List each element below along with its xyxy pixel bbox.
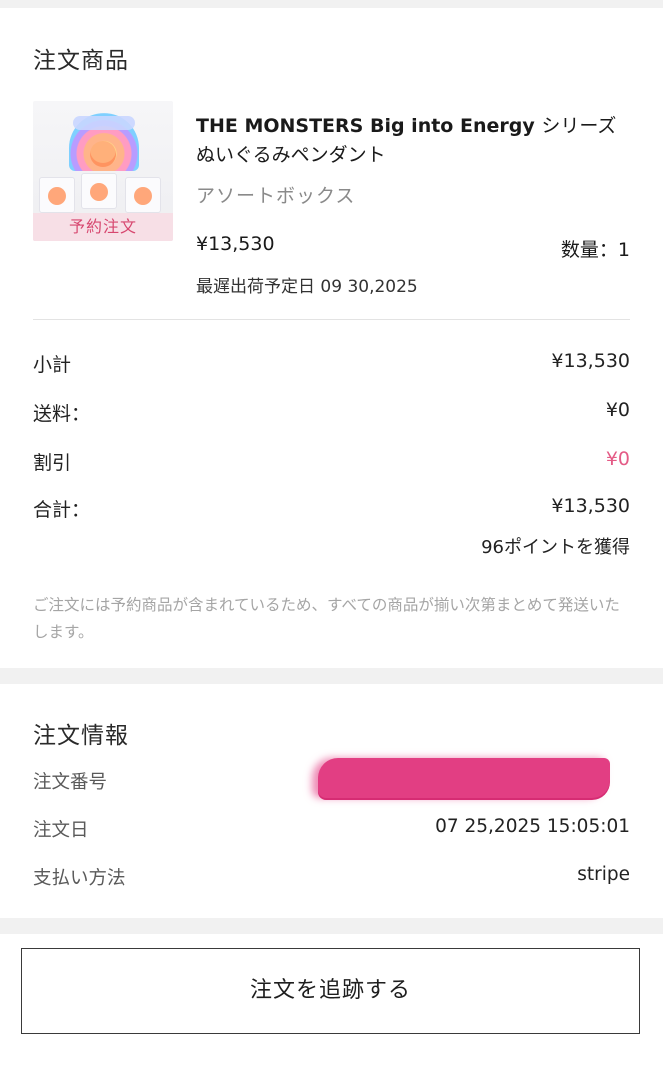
- payment-method-row: 支払い方法 stripe: [33, 864, 630, 892]
- shipping-fee-value: ¥0: [605, 399, 630, 421]
- subtotal-value: ¥13,530: [551, 350, 630, 372]
- product-thumbnail[interactable]: 予約注文: [33, 101, 173, 241]
- shipping-date: 最遅出荷予定日 09 30,2025: [196, 277, 418, 297]
- subtotal-row: 小計 ¥13,530: [33, 350, 630, 380]
- payment-method-value: stripe: [577, 864, 630, 885]
- track-order-button[interactable]: 注文を追跡する: [21, 948, 640, 1034]
- divider: [33, 319, 630, 320]
- action-section: 注文を追跡する: [0, 934, 663, 1080]
- order-items-title: 注文商品: [33, 48, 129, 74]
- product-character-image: [90, 141, 116, 167]
- points-earned: 96ポイントを獲得: [481, 537, 630, 558]
- redaction-mark: [318, 758, 610, 798]
- product-box-image: [39, 177, 75, 213]
- order-number-row: 注文番号: [33, 758, 630, 798]
- product-name[interactable]: THE MONSTERS Big into Energy シリーズ ぬいぐるみペ…: [196, 112, 636, 170]
- payment-method-label: 支払い方法: [33, 868, 126, 889]
- order-info-section: 注文情報 注文番号 注文日 07 25,2025 15:05:01 支払い方法 …: [0, 684, 663, 918]
- discount-row: 割引 ¥0: [33, 448, 630, 478]
- subtotal-label: 小計: [33, 354, 72, 376]
- order-items-section: 注文商品 予約注文 THE MONSTERS Big into Energy シ…: [0, 8, 663, 668]
- product-price: ¥13,530: [196, 233, 275, 255]
- preorder-notice: ご注文には予約商品が含まれているため、すべての商品が揃い次第まとめて発送いたしま…: [33, 596, 620, 641]
- discount-value: ¥0: [605, 448, 630, 470]
- product-name-en: THE MONSTERS Big into Energy: [196, 115, 542, 137]
- product-box-image: [125, 177, 161, 213]
- total-row: 合計： ¥13,530: [33, 495, 630, 525]
- product-name-series: シリーズ: [541, 115, 617, 137]
- product-name-line2: ぬいぐるみペンダント: [196, 144, 386, 166]
- order-date-row: 注文日 07 25,2025 15:05:01: [33, 816, 630, 844]
- total-label: 合計：: [33, 499, 91, 521]
- product-logo-image: [73, 116, 135, 130]
- product-box-image: [81, 173, 117, 209]
- total-value: ¥13,530: [551, 495, 630, 517]
- preorder-badge: 予約注文: [33, 213, 173, 241]
- product-quantity: 数量：1: [560, 239, 630, 261]
- order-number-label: 注文番号: [33, 772, 108, 793]
- order-date-value: 07 25,2025 15:05:01: [435, 816, 630, 837]
- shipping-fee-label: 送料：: [33, 403, 91, 425]
- order-info-title: 注文情報: [33, 723, 129, 749]
- product-variant: アソートボックス: [196, 185, 356, 207]
- shipping-fee-row: 送料： ¥0: [33, 399, 630, 429]
- discount-label: 割引: [33, 452, 72, 474]
- order-date-label: 注文日: [33, 820, 89, 841]
